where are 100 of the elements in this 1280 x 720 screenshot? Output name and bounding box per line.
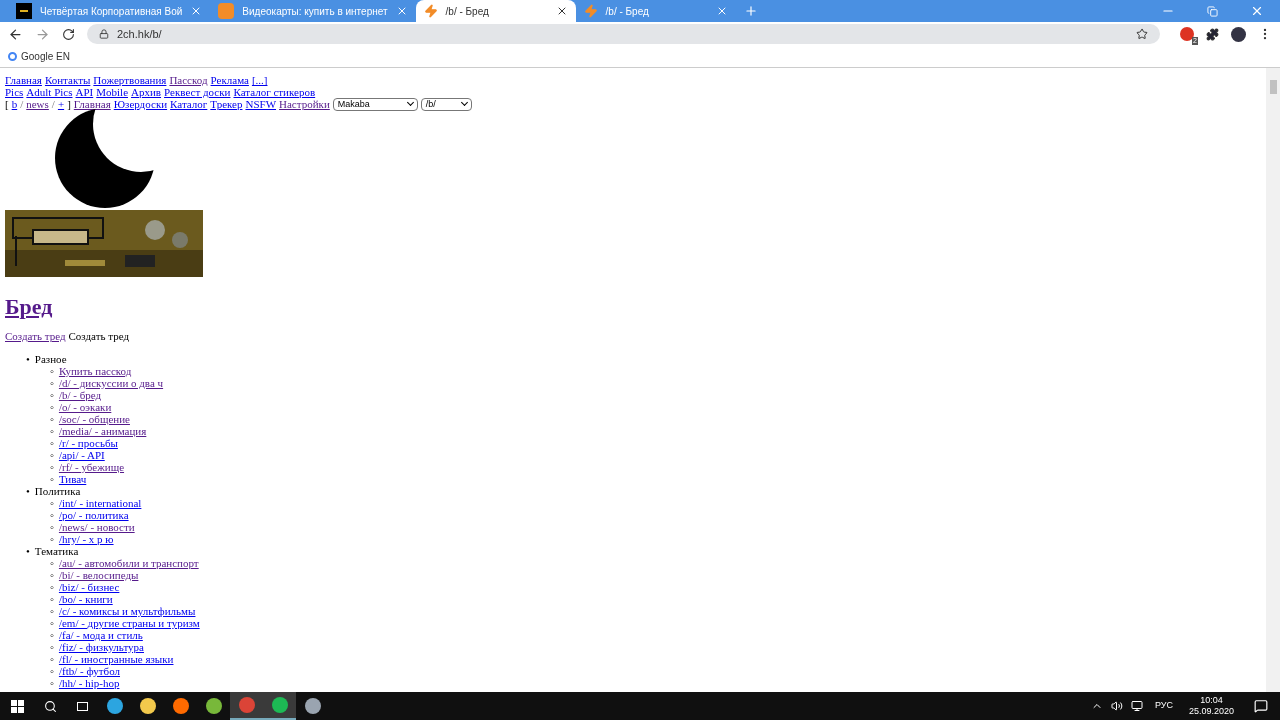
link[interactable]: Настройки (279, 98, 330, 110)
bullet: ◦ (50, 617, 54, 629)
board-link[interactable]: /fa/ - мода и стиль (58, 629, 143, 641)
link[interactable]: Трекер (210, 98, 243, 110)
star-icon[interactable] (1136, 28, 1148, 40)
speaker-icon[interactable] (1110, 700, 1123, 712)
board-link[interactable]: Тивач (58, 473, 87, 485)
link[interactable]: Главная (73, 98, 111, 110)
reload-icon[interactable] (62, 27, 75, 41)
profile-avatar[interactable] (1231, 26, 1246, 42)
bullet: ◦ (50, 581, 54, 593)
board-link[interactable]: /rf/ - убежище (58, 461, 125, 473)
tab-title: /b/ - Бред (605, 4, 650, 19)
board-link[interactable]: /hry/ - х р ю (58, 533, 114, 545)
bullet: ◦ (50, 629, 54, 641)
bullet: ◦ (50, 437, 54, 449)
link[interactable]: Контакты (44, 74, 91, 86)
bracket: ] (67, 98, 71, 110)
link[interactable]: Mobile (96, 86, 128, 98)
bullet: • (26, 353, 30, 365)
link[interactable]: NSFW (245, 98, 277, 110)
board-link[interactable]: /int/ - international (58, 497, 142, 509)
board-link[interactable]: /r/ - просьбы (58, 437, 118, 449)
language-indicator[interactable]: РУС (1154, 699, 1173, 713)
board-link[interactable]: /em/ - другие страны и туризм (58, 617, 200, 629)
extensions-icon[interactable] (1206, 27, 1219, 41)
bullet: ◦ (50, 425, 54, 437)
board-link[interactable]: /b/ - бред (58, 389, 102, 401)
link[interactable]: API (75, 86, 94, 98)
link[interactable]: [...] (251, 74, 268, 86)
network-icon[interactable] (1130, 700, 1143, 712)
create-thread-link[interactable]: Создать тред (5, 330, 66, 342)
bullet: ◦ (50, 521, 54, 533)
board-link[interactable]: /o/ - оэкаки (58, 401, 112, 413)
board-link[interactable]: /fl/ - иностранные языки (58, 653, 174, 665)
board-link[interactable]: /media/ - анимация (58, 425, 147, 437)
link[interactable]: Реклама (210, 74, 249, 86)
lock-icon (99, 29, 109, 39)
google-icon (8, 52, 17, 61)
forward-icon[interactable] (35, 26, 50, 42)
bullet: ◦ (50, 569, 54, 581)
notifications-icon[interactable] (1254, 699, 1268, 713)
search-icon[interactable] (44, 699, 57, 713)
link[interactable]: Пожертвования (93, 74, 167, 86)
link[interactable]: Каталог стикеров (233, 86, 316, 98)
link[interactable]: Главная (5, 74, 42, 86)
bullet: • (26, 485, 30, 497)
scrollbar[interactable] (1266, 68, 1280, 692)
board-title[interactable]: Бред (5, 294, 53, 319)
url-text: 2ch.hk/b/ (117, 26, 163, 42)
browser-tab[interactable]: /b/ - Бред (415, 0, 576, 22)
board-link[interactable]: Купить пасскод (58, 365, 132, 377)
bullet: ◦ (50, 473, 54, 485)
link[interactable]: Каталог (170, 98, 208, 110)
section-heading: Тематика (34, 545, 79, 557)
clock[interactable]: 10:04 25.09.2020 (1188, 695, 1234, 717)
back-icon[interactable] (8, 26, 23, 42)
link[interactable]: b (11, 98, 18, 110)
bullet: ◦ (50, 509, 54, 521)
address-bar[interactable]: 2ch.hk/b/ (87, 24, 1160, 44)
bullet: • (26, 545, 30, 557)
link[interactable]: Архив (131, 86, 162, 98)
link[interactable]: Юзердоски (113, 98, 168, 110)
board-link[interactable]: /fiz/ - физкультура (58, 641, 144, 653)
bullet: ◦ (50, 653, 54, 665)
link[interactable]: Реквест доски (164, 86, 231, 98)
bullet: ◦ (50, 413, 54, 425)
board-link[interactable]: /biz/ - бизнес (58, 581, 120, 593)
board-link[interactable]: /news/ - новости (58, 521, 135, 533)
board-link[interactable]: /au/ - автомобили и транспорт (58, 557, 199, 569)
link[interactable]: Pics (5, 86, 24, 98)
separator: / (20, 98, 24, 110)
board-link[interactable]: /ftb/ - футбол (58, 665, 120, 677)
link[interactable]: + (57, 98, 65, 110)
bookmark[interactable]: Google EN (8, 49, 70, 64)
board-link[interactable]: /api/ - API (58, 449, 105, 461)
select-field[interactable]: /b/ (420, 97, 472, 111)
bullet: ◦ (50, 641, 54, 653)
link[interactable]: Adult Pics (26, 86, 73, 98)
task-view-icon[interactable] (77, 701, 88, 711)
board-link[interactable]: /hh/ - hip-hop (58, 677, 120, 689)
bullet: ◦ (50, 461, 54, 473)
bullet: ◦ (50, 665, 54, 677)
bullet: ◦ (50, 401, 54, 413)
bolt-icon (423, 4, 438, 18)
link[interactable]: Пасскод (169, 74, 208, 86)
tab-title: /b/ - Бред (445, 4, 490, 19)
separator: / (51, 98, 55, 110)
board-link[interactable]: /po/ - политика (58, 509, 129, 521)
board-link[interactable]: /bi/ - велосипеды (58, 569, 139, 581)
bullet: ◦ (50, 377, 54, 389)
board-link[interactable]: /d/ - дискуссии о два ч (58, 377, 164, 389)
board-link[interactable]: /soc/ - общение (58, 413, 130, 425)
board-link[interactable]: /c/ - комиксы и мультфильмы (58, 605, 196, 617)
select-field[interactable]: Makaba (332, 97, 418, 111)
link[interactable]: news (26, 98, 49, 110)
board-link[interactable]: /bo/ - книги (58, 593, 113, 605)
bullet: ◦ (50, 389, 54, 401)
tab-title: Видеокарты: купить в интернет (242, 4, 388, 19)
restore-icon[interactable] (1207, 5, 1218, 17)
